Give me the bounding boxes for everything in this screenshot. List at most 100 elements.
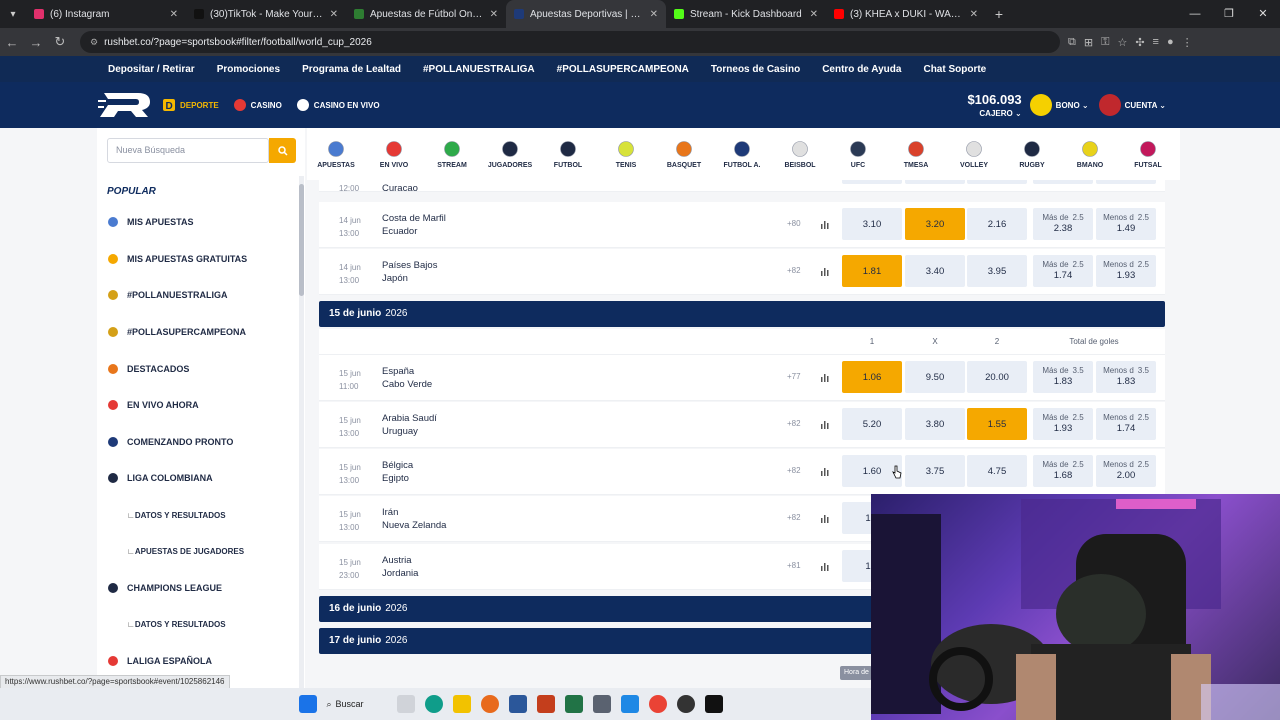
under-button[interactable]: Menos d 3.5 1.83 <box>1096 361 1156 393</box>
over-button[interactable]: Más de 2.5 1.93 <box>1033 408 1093 440</box>
bonus-avatar-icon[interactable] <box>1029 94 1052 116</box>
odds-button-x[interactable]: 3.20 <box>905 208 965 240</box>
header-nav-deporte[interactable]: D DEPORTE <box>162 82 219 128</box>
sidebar-item[interactable]: CHAMPIONS LEAGUE <box>97 570 297 607</box>
odds-button-1[interactable]: 5.20 <box>842 408 902 440</box>
over-button[interactable]: Más de 2.5 1.68 <box>1033 455 1093 487</box>
sidebar-item[interactable]: #POLLANUESTRALIGA <box>97 277 297 314</box>
odds-button-1[interactable]: 3.10 <box>842 208 902 240</box>
profile-icon[interactable]: ● <box>1167 36 1174 49</box>
sidebar-item[interactable]: LIGA COLOMBIANA <box>97 460 297 497</box>
match-row[interactable]: 14 jun 13:00 Países Bajos Japón +82 1.81 3.40 3… <box>319 249 1165 295</box>
odds-button-2[interactable]: 2.16 <box>967 208 1027 240</box>
odds-button-1[interactable]: 1.81 <box>842 255 902 287</box>
odds-button-x[interactable] <box>905 180 965 184</box>
sidebar-scrollbar[interactable] <box>299 176 304 688</box>
firefox-icon[interactable] <box>480 695 499 713</box>
browser-tab[interactable]: (30)TikTok - Make Your Day ✕ <box>186 0 346 28</box>
browser-tab[interactable]: Stream - Kick Dashboard ✕ <box>666 0 826 28</box>
match-teams[interactable]: España Cabo Verde <box>382 365 432 391</box>
time-zone-button[interactable]: Hora de <box>840 666 872 680</box>
match-row-partial[interactable]: 12:00 Curacao 1.951.72 <box>319 180 1165 194</box>
under-button[interactable]: 1.72 <box>1096 180 1156 184</box>
bonus-dropdown[interactable]: BONO ⌄ <box>1056 101 1089 110</box>
match-row[interactable]: 15 jun 11:00 España Cabo Verde +77 1.06 9.50 20… <box>319 355 1165 401</box>
under-button[interactable]: Menos d 2.5 2.00 <box>1096 455 1156 487</box>
more-markets-count[interactable]: +82 <box>787 466 801 475</box>
obs-icon[interactable] <box>676 695 695 713</box>
browser-tab[interactable]: (3) KHEA x DUKI - WACHA ✕ <box>826 0 986 28</box>
extensions-icon[interactable]: ✣ <box>1135 36 1144 49</box>
word-icon[interactable] <box>508 695 527 713</box>
browser-tab[interactable]: Apuestas Deportivas | Casa de A ✕ <box>506 0 666 28</box>
top-nav-link[interactable]: Chat Soporte <box>923 64 986 75</box>
more-markets-count[interactable]: +80 <box>787 219 801 228</box>
task-view-icon[interactable] <box>396 695 415 713</box>
tab-close-icon[interactable]: ✕ <box>810 9 818 20</box>
stats-icon[interactable] <box>821 266 829 276</box>
under-button[interactable]: Menos d 2.5 1.74 <box>1096 408 1156 440</box>
match-teams[interactable]: Bélgica Egipto <box>382 459 413 485</box>
odds-button-2[interactable]: 20.00 <box>967 361 1027 393</box>
match-row[interactable]: 15 jun 13:00 Bélgica Egipto +82 1.60 3.75 4.75 M… <box>319 449 1165 495</box>
over-button[interactable]: Más de 2.5 1.74 <box>1033 255 1093 287</box>
sport-tab-en-vivo[interactable]: EN VIVO <box>365 128 423 180</box>
top-nav-link[interactable]: #POLLANUESTRALIGA <box>423 64 535 75</box>
tab-close-icon[interactable]: ✕ <box>490 9 498 20</box>
match-teams[interactable]: Austria Jordania <box>382 554 418 580</box>
top-nav-link[interactable]: #POLLASUPERCAMPEONA <box>557 64 689 75</box>
close-window-button[interactable]: ✕ <box>1246 0 1280 28</box>
sport-tab-stream[interactable]: STREAM <box>423 128 481 180</box>
under-button[interactable]: Menos d 2.5 1.93 <box>1096 255 1156 287</box>
top-nav-link[interactable]: Programa de Lealtad <box>302 64 401 75</box>
over-button[interactable]: 1.95 <box>1033 180 1093 184</box>
url-field[interactable]: ⚙ rushbet.co/?page=sportsbook#filter/foot… <box>80 31 1060 53</box>
stats-icon[interactable] <box>821 561 829 571</box>
account-avatar-icon[interactable] <box>1098 94 1121 116</box>
edge-icon[interactable] <box>424 695 443 713</box>
stats-icon[interactable] <box>821 419 829 429</box>
sport-tab-volley[interactable]: VOLLEY <box>945 128 1003 180</box>
reload-button[interactable]: ↻ <box>48 34 72 50</box>
chrome-icon[interactable] <box>648 695 667 713</box>
match-teams[interactable]: Países Bajos Japón <box>382 259 437 285</box>
odds-button-1[interactable]: 1.06 <box>842 361 902 393</box>
tab-close-icon[interactable]: ✕ <box>970 9 978 20</box>
tiktok-icon[interactable] <box>704 695 723 713</box>
header-nav-casino-en-vivo[interactable]: CASINO EN VIVO <box>296 82 380 128</box>
stats-icon[interactable] <box>821 372 829 382</box>
powerpoint-icon[interactable] <box>536 695 555 713</box>
sport-tab-basquet[interactable]: BASQUET <box>655 128 713 180</box>
odds-button-2[interactable]: 1.55 <box>967 408 1027 440</box>
sidebar-item[interactable]: MIS APUESTAS GRATUITAS <box>97 241 297 278</box>
file-explorer-icon[interactable] <box>452 695 471 713</box>
sport-tab-beisbol[interactable]: BEISBOL <box>771 128 829 180</box>
bookmark-star-icon[interactable]: ☆ <box>1117 36 1127 49</box>
more-markets-count[interactable]: +82 <box>787 513 801 522</box>
app-c-icon[interactable] <box>620 695 639 713</box>
more-markets-count[interactable]: +81 <box>787 561 801 570</box>
cashier-dropdown[interactable]: CAJERO ⌄ <box>967 109 1021 118</box>
over-button[interactable]: Más de 3.5 1.83 <box>1033 361 1093 393</box>
sidebar-item[interactable]: DESTACADOS <box>97 350 297 387</box>
browser-tab[interactable]: Apuestas de Fútbol Online - La ✕ <box>346 0 506 28</box>
odds-button-x[interactable]: 3.40 <box>905 255 965 287</box>
over-button[interactable]: Más de 2.5 2.38 <box>1033 208 1093 240</box>
tab-close-icon[interactable]: ✕ <box>330 9 338 20</box>
sidebar-item[interactable]: COMENZANDO PRONTO <box>97 424 297 461</box>
new-tab-button[interactable]: + <box>986 0 1012 28</box>
sidebar-item[interactable]: #POLLASUPERCAMPEONA <box>97 314 297 351</box>
header-nav-casino[interactable]: CASINO <box>233 82 282 128</box>
scrollbar-thumb[interactable] <box>299 184 304 296</box>
odds-button-2[interactable]: 4.75 <box>967 455 1027 487</box>
match-teams[interactable]: Arabia Saudí Uruguay <box>382 412 437 438</box>
under-button[interactable]: Menos d 2.5 1.49 <box>1096 208 1156 240</box>
tab-close-icon[interactable]: ✕ <box>650 9 658 20</box>
tab-close-icon[interactable]: ✕ <box>170 9 178 20</box>
match-row[interactable]: 15 jun 13:00 Arabia Saudí Uruguay +82 5.20 3.8… <box>319 402 1165 448</box>
top-nav-link[interactable]: Torneos de Casino <box>711 64 800 75</box>
install-icon[interactable]: ⊞ <box>1084 36 1093 49</box>
more-markets-count[interactable]: +82 <box>787 419 801 428</box>
odds-button-2[interactable]: 3.95 <box>967 255 1027 287</box>
site-info-icon[interactable]: ⚙ <box>90 37 98 48</box>
